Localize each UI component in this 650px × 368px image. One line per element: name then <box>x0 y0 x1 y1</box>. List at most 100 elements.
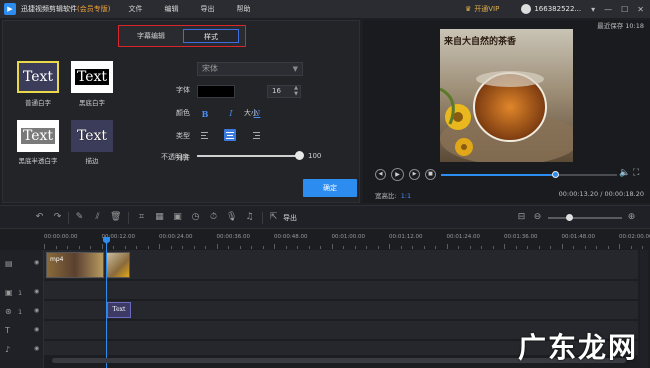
app-edition: (会员专版) <box>77 5 111 13</box>
video-clip[interactable]: mp4 <box>46 252 104 278</box>
tab-subtitle-edit[interactable]: 字幕编辑 <box>123 29 179 43</box>
next-frame-icon[interactable]: ▶ <box>409 169 420 180</box>
volume-icon[interactable]: 🔈 <box>619 168 630 178</box>
preset-label: 描边 <box>85 157 99 165</box>
ruler-tick-mark <box>274 244 275 249</box>
ruler-tick-label: 00:02:00.00 <box>619 234 650 240</box>
split-icon[interactable]: ⫽ <box>92 212 103 223</box>
window-controls: ▾ — ☐ ✕ <box>591 5 644 14</box>
ruler-tick-mark <box>596 246 597 249</box>
duration-icon[interactable]: ⏱ <box>208 212 219 223</box>
menu-edit[interactable]: 编辑 <box>164 4 178 14</box>
tab-style[interactable]: 样式 <box>183 29 239 43</box>
undo-icon[interactable]: ↶ <box>34 212 45 223</box>
ruler-tick-mark <box>320 246 321 249</box>
preset-label: 普通白字 <box>25 99 51 107</box>
eye-icon[interactable]: ◉ <box>34 326 39 333</box>
zoom-out-icon[interactable]: ⊖ <box>532 212 543 223</box>
time-ruler[interactable]: 00:00:00.00 00:00:12.00 00:00:24.00 00:00:3… <box>44 230 650 250</box>
export-button[interactable]: 导出 <box>283 213 297 223</box>
align-center-icon[interactable] <box>224 129 236 141</box>
microphone-icon[interactable]: 🎙 <box>226 212 237 223</box>
size-value: 16 <box>272 87 281 95</box>
video-editor-app: ▶ 迅捷视频剪辑软件(会员专版) 文件 编辑 导出 帮助 ♛ 开通VIP 166… <box>0 0 650 368</box>
preset-black-translucent[interactable]: Text <box>17 120 59 152</box>
preset-label: 黑底半透白字 <box>18 157 58 165</box>
ruler-tick-label: 00:00:00.00 <box>44 234 78 240</box>
spinner-arrows-icon[interactable]: ▲ ▼ <box>294 85 298 97</box>
freeze-icon[interactable]: ▣ <box>172 212 183 223</box>
confirm-button[interactable]: 确定 <box>303 179 357 197</box>
ruler-tick-mark <box>561 244 563 249</box>
user-account[interactable]: 166382522... <box>521 4 581 14</box>
underline-button[interactable]: U <box>251 108 263 120</box>
eye-icon[interactable]: ◉ <box>34 259 39 266</box>
ruler-tick-mark <box>90 246 91 249</box>
preset-outline[interactable]: Text <box>71 120 113 152</box>
italic-button[interactable]: I <box>225 108 237 120</box>
open-vip-button[interactable]: ♛ 开通VIP <box>465 4 499 14</box>
eye-icon[interactable]: ◉ <box>34 288 39 295</box>
playhead[interactable] <box>106 238 107 368</box>
play-icon[interactable]: ▶ <box>391 168 404 181</box>
menu-export[interactable]: 导出 <box>200 4 214 14</box>
ruler-tick-label: 00:01:36.00 <box>504 234 538 240</box>
audio-icon[interactable]: ♫ <box>244 212 255 223</box>
subtitle-track[interactable]: Text <box>44 301 638 320</box>
fullscreen-icon[interactable]: ⛶ <box>633 168 639 178</box>
zoom-in-icon[interactable]: ⊕ <box>626 212 637 223</box>
preset-plain-white[interactable]: Text <box>17 61 59 93</box>
aspect-ratio: 宽高比: 1:1 <box>375 190 411 200</box>
ruler-tick-mark <box>481 246 482 249</box>
mosaic-icon[interactable]: ▦ <box>154 212 165 223</box>
speed-icon[interactable]: ◷ <box>190 212 201 223</box>
delete-icon[interactable]: 🗑 <box>110 212 121 223</box>
preset-preview-text: Text <box>20 128 56 144</box>
menu-file[interactable]: 文件 <box>128 4 142 14</box>
font-value: 宋体 <box>202 64 218 73</box>
track-number: 1 <box>18 308 23 316</box>
eye-icon[interactable]: ◉ <box>34 307 39 314</box>
crown-icon: ♛ <box>464 5 472 13</box>
opacity-slider[interactable] <box>197 155 301 157</box>
redo-icon[interactable]: ↷ <box>52 212 63 223</box>
text-clip[interactable]: Text <box>107 302 131 318</box>
menu-help[interactable]: 帮助 <box>236 4 250 14</box>
maximize-icon[interactable]: ☐ <box>621 5 628 14</box>
stop-icon[interactable]: ■ <box>425 169 436 180</box>
minimize-icon[interactable]: — <box>604 5 612 14</box>
export-icon[interactable]: ⇱ <box>268 212 279 223</box>
fit-timeline-icon[interactable]: ⊟ <box>516 212 527 223</box>
opacity-slider-handle[interactable] <box>295 151 304 160</box>
playback-progress-handle[interactable] <box>552 171 560 178</box>
vertical-scrollbar[interactable] <box>640 250 648 368</box>
subtitle-style-editor: 字幕编辑 样式 Text 普通白字 Text 黑底白字 Text 黑底半透白字 … <box>2 20 360 203</box>
toolbar-divider <box>262 212 263 224</box>
edit-icon[interactable]: ✎ <box>74 212 85 223</box>
volume-icon[interactable]: ◉ <box>34 345 39 352</box>
color-picker[interactable] <box>197 85 235 98</box>
ruler-tick-mark <box>435 246 436 249</box>
text-track-icon: T <box>5 326 10 335</box>
previous-frame-icon[interactable]: ◀ <box>375 169 386 180</box>
font-select[interactable]: 宋体 ▼ <box>197 62 303 76</box>
video-caption: 来自大自然的茶香 <box>444 37 517 47</box>
zoom-slider-handle[interactable] <box>566 214 573 221</box>
zoom-slider[interactable] <box>548 217 622 219</box>
video-track[interactable]: mp4 <box>44 250 638 280</box>
bold-button[interactable]: B <box>199 108 211 120</box>
aspect-ratio-label: 宽高比: <box>375 192 397 200</box>
dropdown-menu-icon[interactable]: ▾ <box>591 5 595 14</box>
music-track-icon: ♪ <box>5 345 11 354</box>
ruler-tick-mark <box>515 246 517 249</box>
preset-black-bg-white[interactable]: Text <box>71 61 113 93</box>
overlay-track[interactable] <box>44 281 638 300</box>
ruler-tick-mark <box>366 246 367 249</box>
align-left-icon[interactable] <box>199 129 211 141</box>
image-clip[interactable] <box>106 252 130 278</box>
close-icon[interactable]: ✕ <box>637 5 644 14</box>
aspect-ratio-value[interactable]: 1:1 <box>401 192 411 200</box>
size-stepper[interactable]: 16 ▲ ▼ <box>267 85 301 98</box>
align-right-icon[interactable] <box>250 129 262 141</box>
crop-icon[interactable]: ⌗ <box>136 212 147 223</box>
